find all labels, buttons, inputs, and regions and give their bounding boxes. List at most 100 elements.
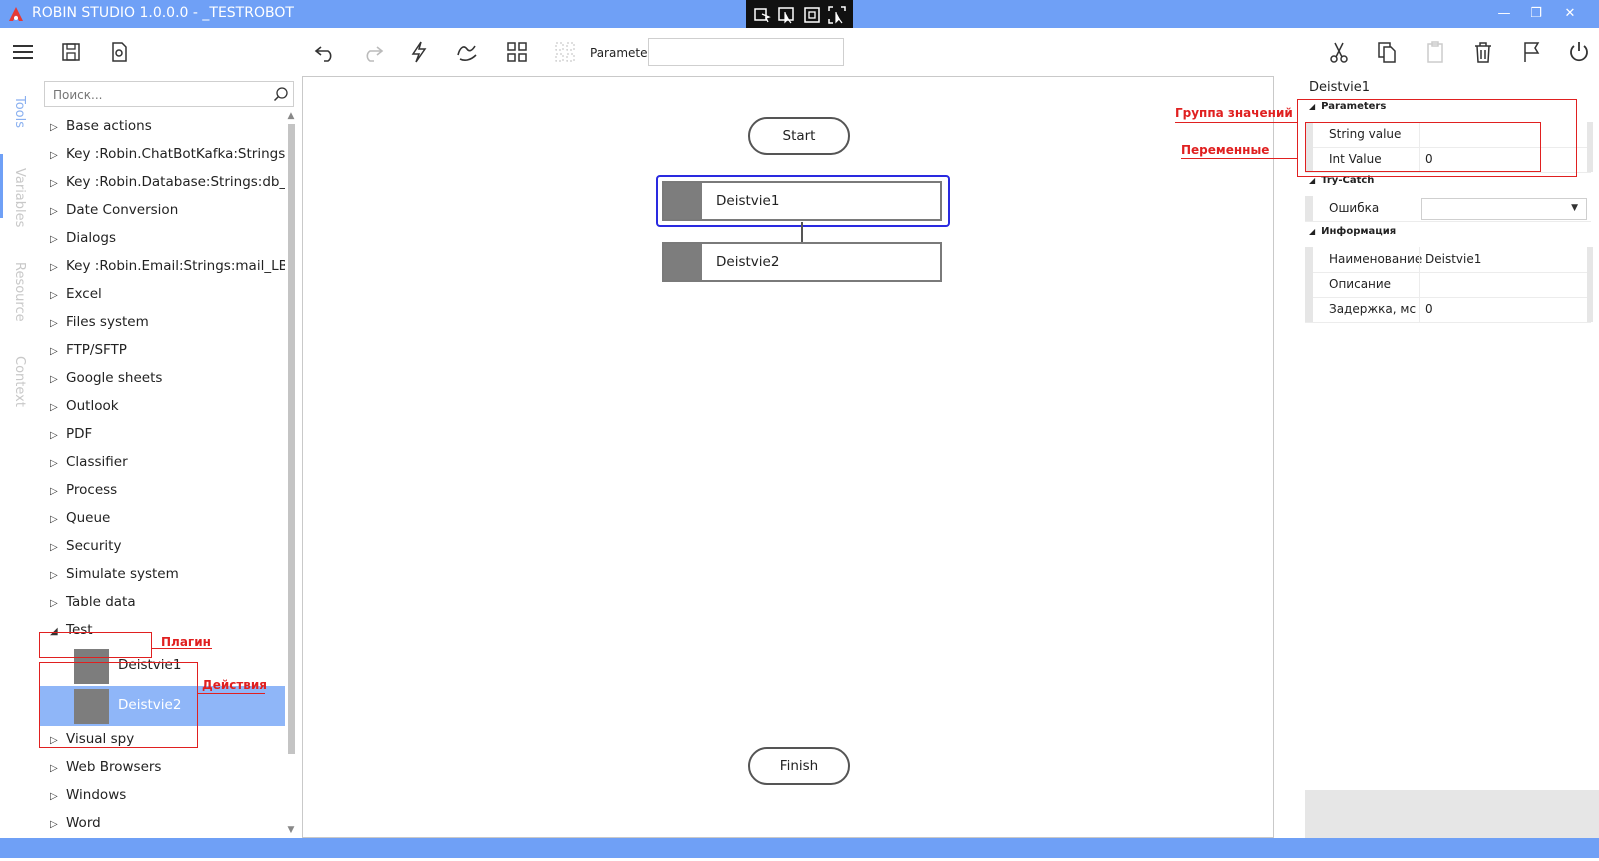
expand-arrow-icon: ▷: [50, 234, 58, 245]
record-window-icon[interactable]: [752, 5, 772, 25]
tools-panel: ▷Base actions ▷Key :Robin.ChatBotKafka:S…: [39, 76, 302, 838]
save-button[interactable]: [58, 39, 84, 65]
run-button[interactable]: [406, 39, 432, 65]
scroll-down-icon[interactable]: ▼: [286, 826, 296, 835]
column-separator: [1419, 297, 1420, 322]
tree-item-chatbot-kafka[interactable]: ▷Key :Robin.ChatBotKafka:Strings:__C: [50, 146, 285, 168]
restore-button[interactable]: ❐: [1522, 4, 1550, 24]
annotation-actions-label: Действия: [202, 678, 268, 692]
tree-item-outlook[interactable]: ▷ Outlook: [50, 398, 119, 420]
error-dropdown[interactable]: ▼: [1421, 198, 1587, 220]
workflow-node-deistvie1[interactable]: Deistvie1: [662, 181, 942, 221]
tree-item-base-actions[interactable]: ▷ Base actions: [50, 118, 152, 140]
expand-arrow-icon: ▷: [50, 122, 58, 133]
expand-arrow-icon: ▷: [50, 290, 58, 301]
tree-item-security[interactable]: ▷ Security: [50, 538, 121, 560]
tree-item-pdf[interactable]: ▷ PDF: [50, 426, 92, 448]
column-separator: [1419, 272, 1420, 297]
expand-arrow-icon: ▷: [50, 150, 58, 161]
row-gutter: [1305, 196, 1313, 221]
menu-button[interactable]: [10, 39, 36, 65]
name-value-field[interactable]: Deistvie1: [1425, 252, 1481, 266]
tree-item-excel[interactable]: ▷ Excel: [50, 286, 102, 308]
prop-row-name: Наименование Deistvie1: [1305, 247, 1591, 273]
row-gutter: [1305, 247, 1313, 272]
annotation-plugin-label: Плагин: [161, 635, 211, 649]
tab-variables[interactable]: Variables: [12, 168, 27, 227]
group-info[interactable]: ◢ Информация: [1309, 226, 1396, 237]
tree-item-simulate-system[interactable]: ▷ Simulate system: [50, 566, 179, 588]
paste-button[interactable]: [1422, 39, 1448, 65]
cut-button[interactable]: [1326, 39, 1352, 65]
minimize-button[interactable]: —: [1490, 4, 1518, 24]
node-thumbnail: [664, 183, 702, 219]
grid-icon: [507, 42, 527, 62]
expand-arrow-icon: ▷: [50, 819, 58, 830]
spy-element-icon[interactable]: [827, 5, 847, 25]
undo-button[interactable]: [312, 39, 338, 65]
tree-item-web-browsers[interactable]: ▷ Web Browsers: [50, 759, 161, 781]
tab-tools[interactable]: Tools: [12, 96, 27, 128]
save-settings-button[interactable]: [106, 39, 132, 65]
tree-item-database[interactable]: ▷ Key :Robin.Database:Strings:db_LB: [50, 174, 285, 196]
properties-footer: [1305, 790, 1599, 838]
redo-button[interactable]: [360, 39, 386, 65]
status-bar: [0, 838, 1599, 861]
layout-button[interactable]: [504, 39, 530, 65]
gesture-icon: [457, 45, 477, 61]
tree-item-table-data[interactable]: ▷ Table data: [50, 594, 136, 616]
row-gutter: [1305, 272, 1313, 297]
tree-item-queue[interactable]: ▷ Queue: [50, 510, 110, 532]
search-icon[interactable]: [273, 86, 289, 102]
delete-button[interactable]: [1470, 39, 1496, 65]
close-button[interactable]: ✕: [1556, 4, 1584, 24]
expand-arrow-icon: ▷: [50, 402, 58, 413]
file-gear-icon: [112, 42, 127, 62]
scroll-thumb[interactable]: [288, 124, 295, 754]
tools-search-input[interactable]: [51, 83, 265, 107]
info-scrollbar[interactable]: [1587, 247, 1593, 322]
save-icon: [62, 43, 80, 61]
capture-area-icon[interactable]: [802, 5, 822, 25]
tab-context[interactable]: Context: [12, 356, 27, 407]
flag-button[interactable]: [1518, 39, 1544, 65]
tab-resource[interactable]: Resource: [12, 262, 27, 322]
expand-arrow-icon: ▷: [50, 374, 58, 385]
robin-logo-icon: [9, 7, 23, 21]
copy-button[interactable]: [1374, 39, 1400, 65]
workflow-node-deistvie2[interactable]: Deistvie2: [662, 242, 942, 282]
tree-item-windows[interactable]: ▷ Windows: [50, 787, 126, 809]
tree-item-date-conversion[interactable]: ▷ Date Conversion: [50, 202, 178, 224]
annotation-actions-line: [198, 693, 265, 694]
scroll-up-icon[interactable]: ▲: [286, 112, 296, 121]
expand-arrow-icon: ▷: [50, 318, 58, 329]
annotation-plugin-box: [39, 632, 152, 658]
tools-scrollbar[interactable]: ▲ ▼: [286, 112, 296, 836]
power-button[interactable]: [1566, 39, 1592, 65]
annotation-variables-box: [1305, 122, 1541, 172]
tree-item-classifier[interactable]: ▷ Classifier: [50, 454, 128, 476]
tree-item-email[interactable]: ▷ Key :Robin.Email:Strings:mail_LB: [50, 258, 285, 280]
redo-icon: [366, 46, 384, 62]
clipboard-icon: [1427, 41, 1443, 63]
parameter-label: Parameter: [590, 46, 653, 60]
parameters-scrollbar[interactable]: [1587, 122, 1593, 172]
annotation-variables-label: Переменные: [1181, 143, 1270, 157]
expand-arrow-icon: ▷: [50, 486, 58, 497]
pick-element-icon[interactable]: [777, 5, 797, 25]
tree-item-process[interactable]: ▷ Process: [50, 482, 117, 504]
tree-item-google-sheets[interactable]: ▷ Google sheets: [50, 370, 162, 392]
window-title: ROBIN STUDIO 1.0.0.0 - _TESTROBOT: [32, 5, 294, 21]
finish-node[interactable]: Finish: [748, 747, 850, 785]
delay-value-field[interactable]: 0: [1425, 302, 1433, 316]
tree-item-dialogs[interactable]: ▷ Dialogs: [50, 230, 116, 252]
trash-icon: [1475, 42, 1491, 63]
tree-item-word[interactable]: ▷ Word: [50, 815, 101, 837]
parameter-input[interactable]: [648, 38, 844, 66]
dotted-grid-button[interactable]: [552, 39, 578, 65]
tree-item-files-system[interactable]: ▷ Files system: [50, 314, 149, 336]
tree-item-ftp[interactable]: ▷ FTP/SFTP: [50, 342, 127, 364]
start-node[interactable]: Start: [748, 117, 850, 155]
workflow-canvas[interactable]: Start Deistvie1 Deistvie2 Finish: [302, 76, 1274, 838]
debug-button[interactable]: [454, 39, 480, 65]
